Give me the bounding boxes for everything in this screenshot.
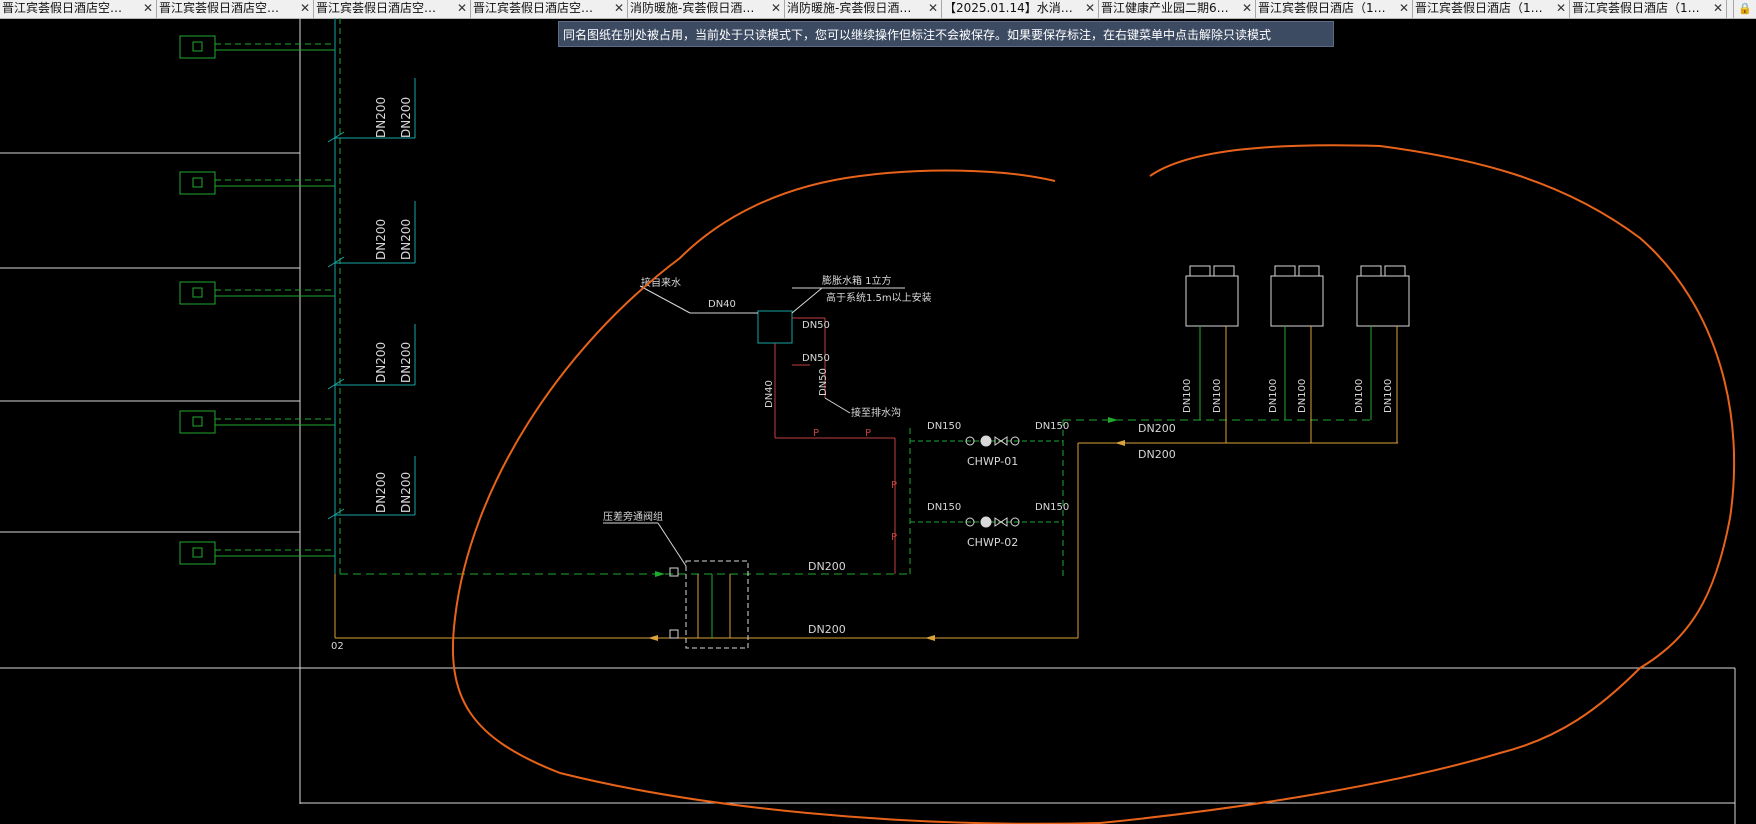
document-tab[interactable]: 消防暖施-宾荟假日酒… ✕ (628, 0, 785, 18)
tab-close-icon[interactable]: ✕ (1242, 0, 1252, 17)
tap-water-label: 接自来水 (641, 276, 681, 289)
document-tab-bar: 晋江宾荟假日酒店空… ✕ 晋江宾荟假日酒店空… ✕ 晋江宾荟假日酒店空… ✕ 晋江宾荟假日酒… (0, 0, 1756, 19)
chiller-pipe-label: DN100 (1268, 379, 1279, 413)
tab-close-icon[interactable]: ✕ (771, 0, 781, 17)
tab-label: 【2025.01.14】水消… (944, 1, 1073, 15)
bypass-label: 压差旁通阀组 (603, 510, 663, 523)
bypass-valve-group (603, 522, 749, 649)
pipe-size-label: DN200 (374, 219, 388, 260)
bottom-supply-label: DN200 (808, 560, 846, 573)
main-return-label: DN200 (1138, 448, 1176, 461)
tab-label: 晋江宾荟假日酒店空… (473, 1, 594, 15)
tab-label: 晋江健康产业园二期6… (1101, 1, 1229, 15)
tank-label-2: 高于系统1.5m以上安装 (826, 291, 932, 304)
chiller-pipe-label: DN100 (1182, 379, 1193, 413)
chiller-units (1185, 265, 1410, 443)
p-mark: P (891, 480, 897, 491)
pump-size-label: DN150 (1035, 502, 1069, 513)
tab-label: 晋江宾荟假日酒店空… (159, 1, 280, 15)
pump-size-label: DN150 (927, 421, 961, 432)
main-supply-label: DN200 (1138, 422, 1176, 435)
document-tab[interactable]: 晋江宾荟假日酒店空… ✕ (471, 0, 628, 18)
pump-size-label: DN150 (927, 502, 961, 513)
riser-size-labels: DN200 DN200 DN200 DN200 DN200 DN200 DN20… (374, 97, 413, 513)
chiller-pipe-label: DN100 (1354, 379, 1365, 413)
chiller-pipe-label: DN100 (1383, 379, 1394, 413)
tab-close-icon[interactable]: ✕ (1556, 0, 1566, 17)
tab-close-icon[interactable]: ✕ (928, 0, 938, 17)
pipe-size-label: DN200 (374, 342, 388, 383)
pipe-size-label: DN200 (399, 97, 413, 138)
frame-lines (0, 18, 1736, 824)
chiller-unit (1185, 265, 1239, 443)
document-tab[interactable]: 晋江宾荟假日酒店（1… ✕ (1570, 0, 1727, 18)
drain-label: 接至排水沟 (851, 406, 901, 419)
document-tab[interactable]: 晋江宾荟假日酒店空… ✕ (157, 0, 314, 18)
pipe-size-label: DN200 (399, 342, 413, 383)
tab-close-icon[interactable]: ✕ (143, 0, 153, 17)
tab-close-icon[interactable]: ✕ (614, 0, 624, 17)
lock-icon[interactable]: 🔒 (1733, 0, 1756, 18)
cad-drawing-canvas[interactable]: DN200 DN200 DN200 DN200 DN200 DN200 DN20… (0, 18, 1756, 824)
tab-close-icon[interactable]: ✕ (1713, 0, 1723, 17)
markup-circle-left (451, 169, 1101, 824)
terminal-units (179, 35, 335, 565)
pipe-size-label: DN200 (374, 472, 388, 513)
chiller-size-labels: DN100 DN100 DN100 DN100 DN100 DN100 (1182, 379, 1394, 413)
pipe-size-label: DN200 (399, 219, 413, 260)
corner-mark: 02 (331, 641, 344, 652)
tab-close-icon[interactable]: ✕ (1399, 0, 1409, 17)
tank-label-1: 膨胀水箱 1立方 (822, 274, 892, 287)
pump-sets (965, 435, 1020, 528)
terminal-unit (179, 541, 335, 565)
terminal-unit (179, 171, 335, 195)
dn40-label: DN40 (708, 299, 736, 310)
terminal-unit (179, 35, 335, 59)
dn50-label: DN50 (818, 368, 829, 396)
tab-label: 晋江宾荟假日酒店（1… (1415, 1, 1543, 15)
markup-annotations (451, 144, 1736, 824)
tab-close-icon[interactable]: ✕ (457, 0, 467, 17)
p-mark: P (865, 428, 871, 439)
chiller-unit (1356, 265, 1410, 443)
tank-labels: 接自来水 膨胀水箱 1立方 高于系统1.5m以上安装 DN40 DN50 DN5… (641, 274, 932, 543)
pump-2-label: CHWP-02 (967, 536, 1018, 549)
terminal-unit (179, 281, 335, 305)
dn40-label: DN40 (764, 380, 775, 408)
tab-label: 晋江宾荟假日酒店（1… (1258, 1, 1386, 15)
main-piping (335, 417, 1398, 641)
tab-label: 晋江宾荟假日酒店（1… (1572, 1, 1700, 15)
markup-circle-right (1099, 144, 1736, 824)
p-mark: P (813, 428, 819, 439)
dn50-label: DN50 (802, 320, 830, 331)
p-mark: P (891, 532, 897, 543)
document-tab[interactable]: 【2025.01.14】水消… ✕ (942, 0, 1099, 18)
dn50-label: DN50 (802, 353, 830, 364)
document-tab[interactable]: 晋江宾荟假日酒店空… ✕ (314, 0, 471, 18)
document-tab[interactable]: 晋江宾荟假日酒店（1… ✕ (1256, 0, 1413, 18)
tab-label: 消防暖施-宾荟假日酒… (630, 1, 755, 15)
terminal-unit (179, 410, 335, 434)
chiller-pipe-label: DN100 (1212, 379, 1223, 413)
tab-close-icon[interactable]: ✕ (300, 0, 310, 17)
tab-label: 晋江宾荟假日酒店空… (2, 1, 123, 15)
chiller-pipe-label: DN100 (1297, 379, 1308, 413)
tab-label: 消防暖施-宾荟假日酒… (787, 1, 912, 15)
document-tab[interactable]: 晋江宾荟假日酒店（1… ✕ (1413, 0, 1570, 18)
pipe-size-label: DN200 (374, 97, 388, 138)
pump-size-label: DN150 (1035, 421, 1069, 432)
tab-close-icon[interactable]: ✕ (1085, 0, 1095, 17)
bottom-return-label: DN200 (808, 623, 846, 636)
pump-1-label: CHWP-01 (967, 455, 1018, 468)
chiller-unit (1270, 265, 1324, 443)
pipe-size-label: DN200 (399, 472, 413, 513)
document-tab[interactable]: 消防暖施-宾荟假日酒… ✕ (785, 0, 942, 18)
document-tab[interactable]: 晋江健康产业园二期6… ✕ (1099, 0, 1256, 18)
document-tab[interactable]: 晋江宾荟假日酒店空… ✕ (0, 0, 157, 18)
tab-label: 晋江宾荟假日酒店空… (316, 1, 437, 15)
pump-labels: CHWP-01 CHWP-02 DN150 DN150 DN150 DN150 (927, 421, 1069, 549)
